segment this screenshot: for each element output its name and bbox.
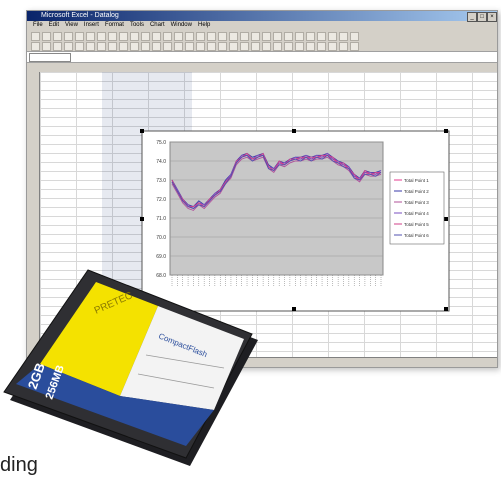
compactflash-card-photo: PRETECCompactFlash2GB256MB <box>3 269 258 466</box>
caption-text: ding <box>0 454 38 476</box>
